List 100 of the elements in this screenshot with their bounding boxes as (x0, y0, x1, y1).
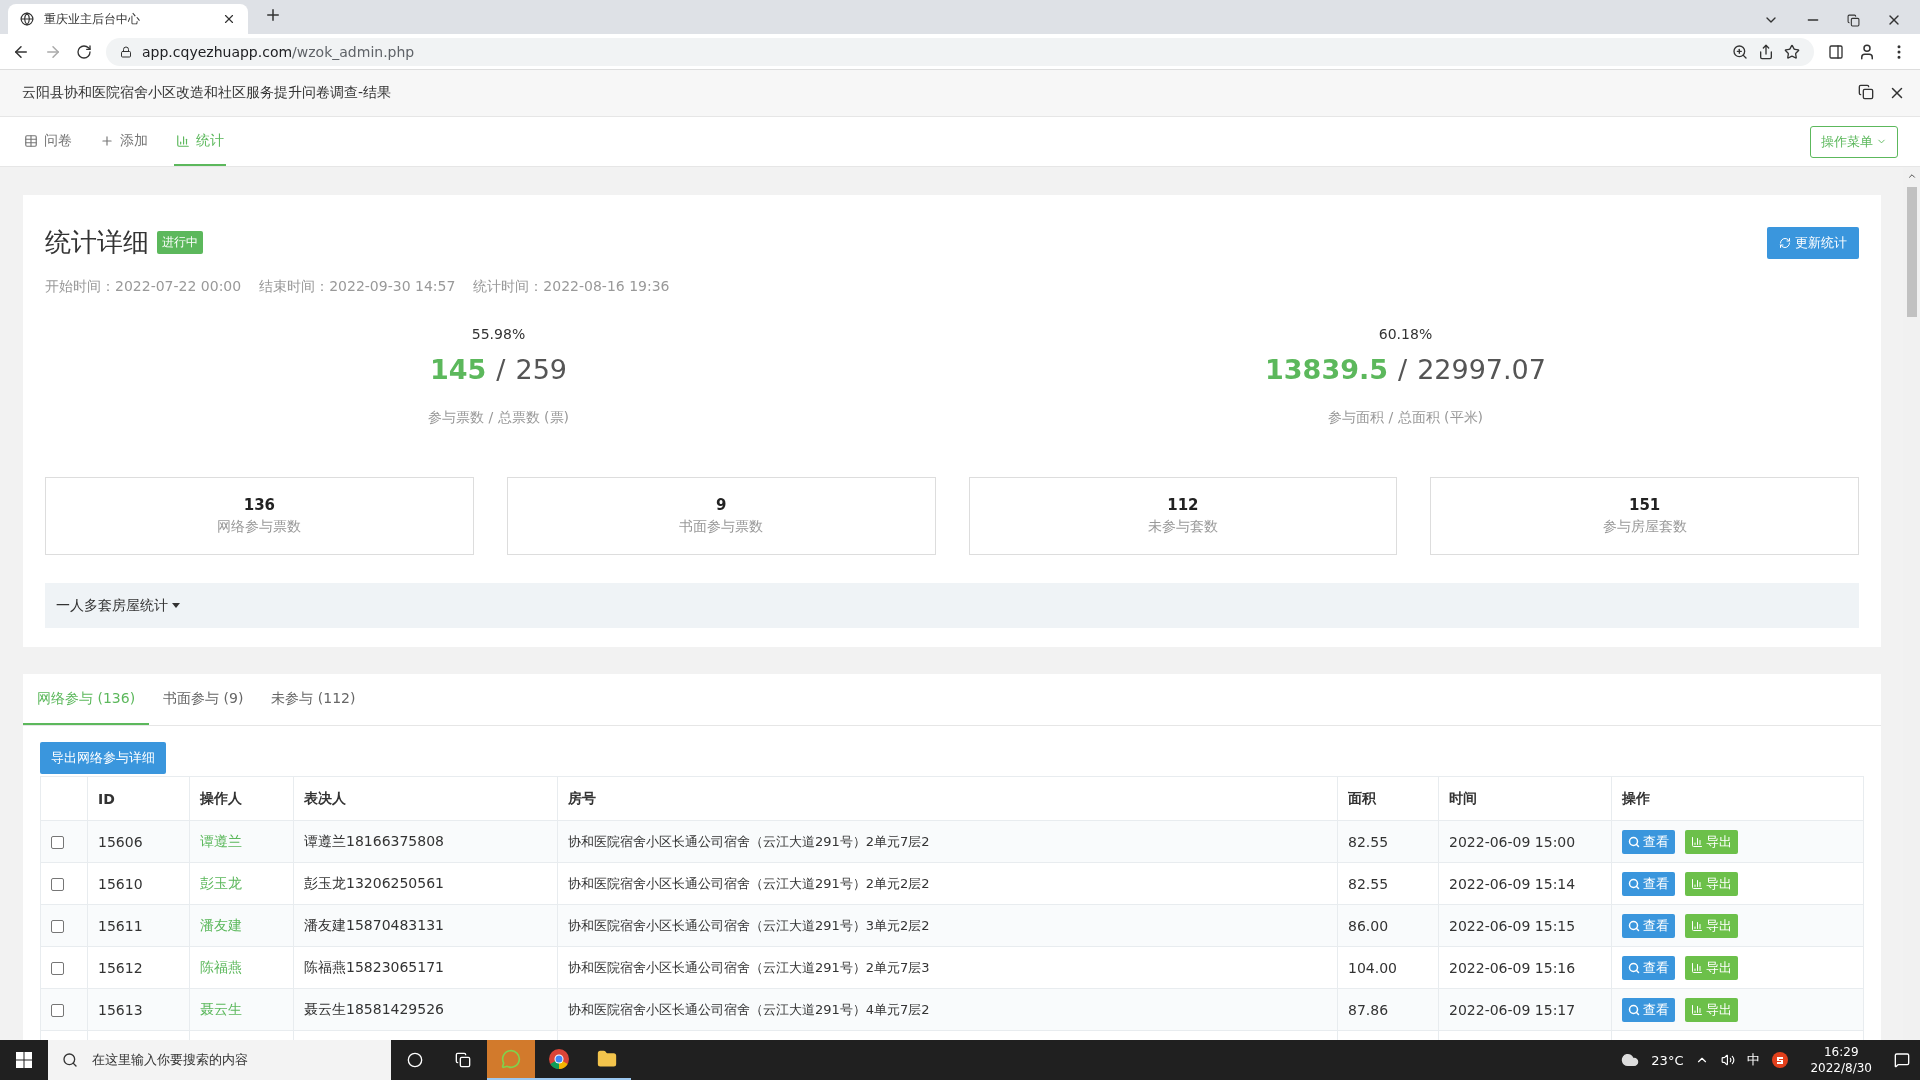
area-cell: 82.55 (1337, 862, 1439, 905)
folder-icon (597, 1049, 617, 1069)
bar-chart-icon (1691, 835, 1703, 848)
section-title: 统计详细 (45, 226, 149, 259)
ime-indicator[interactable]: 中 (1747, 1051, 1761, 1069)
caret-icon (172, 603, 180, 608)
operator-link[interactable]: 彭玉龙 (189, 862, 294, 905)
input-method-icon[interactable] (1772, 1052, 1789, 1068)
zoom-icon[interactable] (1732, 43, 1748, 60)
close-icon[interactable] (222, 12, 236, 26)
restore-icon[interactable] (1847, 13, 1860, 27)
url-text: app.cqyezhuapp.com/wzok_admin.php (142, 43, 415, 60)
lock-icon (120, 45, 132, 58)
taskbar-search-field[interactable]: 在这里输入你要搜索的内容 (48, 1040, 391, 1080)
column-header: 表决人 (293, 776, 558, 821)
export-button[interactable]: 导出网络参与详细 (40, 742, 166, 774)
clock[interactable]: 16:29 2022/8/30 (1810, 1044, 1872, 1076)
tab[interactable]: 书面参与 (9) (149, 674, 258, 725)
operator-link[interactable]: 谭遵兰 (189, 820, 294, 863)
row-checkbox[interactable] (51, 962, 64, 975)
search-icon (1628, 835, 1640, 848)
operator-link[interactable]: 潘友建 (189, 904, 294, 947)
view-button[interactable]: 查看 (1622, 955, 1675, 980)
stat-value: 136 (243, 496, 276, 514)
stat-value: 9 (715, 496, 727, 514)
scrollbar-thumb[interactable] (1906, 187, 1917, 317)
column-header: 房号 (557, 776, 1338, 821)
refresh-button[interactable]: 更新统计 (1767, 226, 1859, 259)
export-row-button[interactable]: 导出 (1685, 913, 1738, 938)
room-cell: 协和医院宿舍小区长通公司宿舍（云江大道291号）2单元7层3 (557, 946, 1338, 989)
time-info: 统计时间：2022-08-16 19:36 (473, 278, 670, 296)
ratio-caption: 参与票数 / 总票数 (票) (428, 409, 569, 427)
stat-label: 书面参与票数 (679, 518, 764, 536)
room-cell: 协和医院宿舍小区长通公司宿舍（云江大道291号）2单元7层2 (557, 820, 1338, 863)
ratio-text: 145 / 259 (430, 354, 567, 385)
volume-icon[interactable] (1721, 1053, 1736, 1067)
tab-title: 重庆业主后台中心 (44, 10, 141, 28)
time-cell: 2022-06-09 15:17 (1438, 988, 1612, 1031)
task-view-icon (455, 1052, 471, 1068)
operator-link[interactable]: 聂云生 (189, 988, 294, 1031)
scroll-up-icon[interactable] (1906, 171, 1917, 181)
export-row-button[interactable]: 导出 (1685, 997, 1738, 1022)
voter-cell: 潘友建15870483131 (293, 904, 558, 947)
ratio-caption: 参与面积 / 总面积 (平米) (1328, 409, 1483, 427)
view-button[interactable]: 查看 (1622, 871, 1675, 896)
row-checkbox[interactable] (51, 1004, 64, 1017)
star-icon[interactable] (1784, 43, 1800, 60)
search-icon (1628, 877, 1640, 890)
profile-icon[interactable] (1858, 42, 1876, 61)
id-cell: 15610 (87, 862, 190, 905)
ratio-text: 13839.5 / 22997.07 (1265, 354, 1546, 385)
search-icon (1628, 961, 1640, 974)
id-cell: 15606 (87, 820, 190, 863)
voter-cell: 陈福燕15823065171 (293, 946, 558, 989)
notification-icon[interactable] (1894, 1052, 1910, 1068)
time-info: 结束时间：2022-09-30 14:57 (259, 278, 456, 296)
view-button[interactable]: 查看 (1622, 829, 1675, 854)
restore-icon[interactable] (1858, 84, 1874, 100)
windows-logo-icon (16, 1052, 32, 1068)
chat-bubble-icon (501, 1049, 521, 1069)
status-badge: 进行中 (157, 231, 203, 254)
view-button[interactable]: 查看 (1622, 997, 1675, 1022)
tab[interactable]: 网络参与 (136) (23, 674, 150, 725)
id-cell: 15613 (87, 988, 190, 1031)
voter-cell: 聂云生18581429526 (293, 988, 558, 1031)
row-checkbox[interactable] (51, 878, 64, 891)
browser-tab[interactable]: 重庆业主后台中心 (8, 4, 248, 34)
operation-menu-button[interactable]: 操作菜单 (1810, 125, 1898, 158)
globe-icon (20, 12, 34, 26)
bar-chart-icon (1691, 877, 1703, 890)
export-row-button[interactable]: 导出 (1685, 955, 1738, 980)
tab[interactable]: 未参与 (112) (257, 674, 370, 725)
share-icon[interactable] (1758, 43, 1774, 60)
cloud-icon (1621, 1051, 1640, 1069)
reload-icon[interactable] (76, 43, 92, 60)
export-row-button[interactable]: 导出 (1685, 871, 1738, 896)
address-bar[interactable]: app.cqyezhuapp.com/wzok_admin.php (106, 37, 1814, 66)
id-cell: 15612 (87, 946, 190, 989)
nav-tab[interactable]: 添加 (98, 117, 150, 166)
percent-text: 55.98% (471, 326, 526, 342)
export-row-button[interactable]: 导出 (1685, 829, 1738, 854)
view-button[interactable]: 查看 (1622, 913, 1675, 938)
bar-chart-icon (1691, 919, 1703, 932)
search-icon (1628, 1003, 1640, 1016)
side-panel-icon[interactable] (1828, 43, 1844, 60)
search-icon (62, 1052, 78, 1068)
bar-chart-icon (1691, 1003, 1703, 1016)
column-header: ID (87, 776, 190, 821)
room-cell: 协和医院宿舍小区长通公司宿舍（云江大道291号）4单元7层2 (557, 988, 1338, 1031)
nav-tab[interactable]: 问卷 (22, 117, 74, 166)
time-cell: 2022-06-09 15:00 (1438, 820, 1612, 863)
room-cell: 协和医院宿舍小区长通公司宿舍（云江大道291号）3单元2层2 (557, 904, 1338, 947)
row-checkbox[interactable] (51, 920, 64, 933)
column-header: 操作 (1611, 776, 1864, 821)
operator-link[interactable]: 陈福燕 (189, 946, 294, 989)
row-checkbox[interactable] (51, 836, 64, 849)
stat-value: 151 (1628, 496, 1661, 514)
dropdown-toggle[interactable]: 一人多套房屋统计 (45, 583, 1859, 628)
area-cell: 104.00 (1337, 946, 1439, 989)
new-tab-icon[interactable] (264, 6, 282, 24)
